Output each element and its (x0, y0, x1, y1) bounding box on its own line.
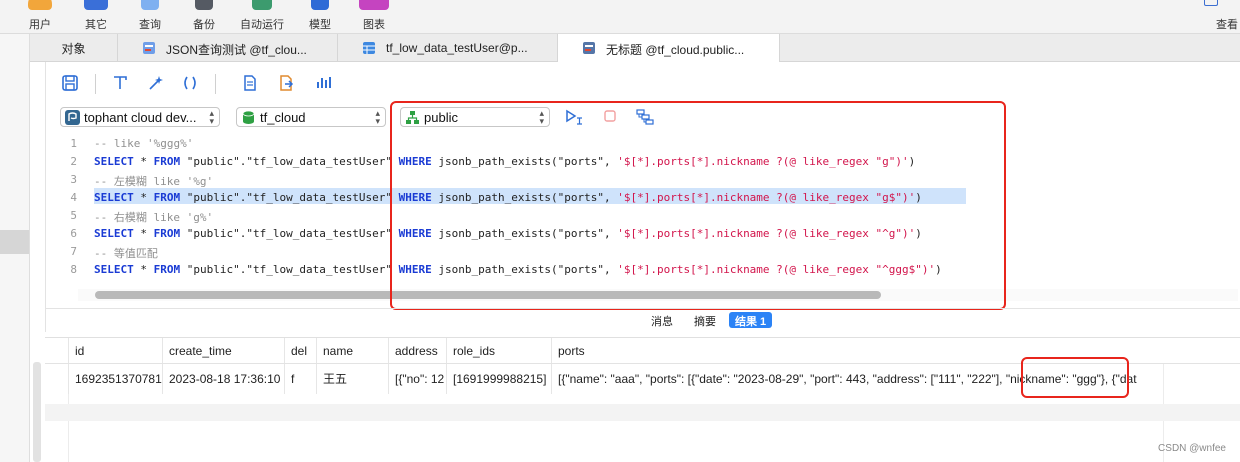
cell-create-time[interactable]: 2023-08-18 17:36:10 (162, 364, 284, 394)
grid-row-selector[interactable] (33, 362, 41, 462)
toolbar-divider (215, 74, 216, 94)
automation-icon (252, 0, 272, 10)
line-number: 6 (70, 227, 77, 240)
line-number: 1 (70, 137, 77, 150)
navigation-selected-item[interactable] (0, 230, 29, 254)
toolbar-divider (95, 74, 96, 94)
line-number: 5 (70, 209, 77, 222)
cell-role-ids[interactable]: [1691999988215] (446, 364, 551, 394)
result-tab-bar: 消息 摘要 结果 1 (45, 308, 1240, 330)
connection-select[interactable]: tophant cloud dev... ▴ ▾ (60, 107, 220, 127)
query-icon (143, 42, 155, 54)
column-header-role-ids[interactable]: role_ids (446, 338, 551, 363)
toolbar-query-button[interactable]: 查询 (132, 0, 168, 34)
save-icon[interactable] (61, 74, 79, 92)
user-icon (28, 0, 52, 10)
line-number: 3 (70, 173, 77, 186)
tab-result-1[interactable]: 结果 1 (729, 312, 773, 328)
format-icon[interactable] (111, 74, 129, 92)
annotation-highlight-box (1021, 357, 1129, 398)
empty-row (45, 404, 1240, 421)
editor-tab-bar: 对象 JSON查询测试 @tf_clou... tf_low_data_test… (30, 34, 1240, 63)
sql-comment-line: -- like '%ggg%' (94, 137, 194, 150)
navigation-pane-edge (0, 34, 30, 462)
tab-objects[interactable]: 对象 (30, 34, 118, 62)
sql-comment-line: -- 右模糊 like 'g%' (94, 211, 214, 224)
result-grid: id create_time del name address role_ids… (45, 337, 1240, 462)
beautify-wand-icon[interactable] (147, 74, 165, 92)
line-number: 7 (70, 245, 77, 258)
toolbar-model-button[interactable]: 模型 (302, 0, 338, 34)
toolbar-automation-button[interactable]: 自动运行 (236, 0, 288, 34)
select-caret-icon: ▴ ▾ (375, 108, 380, 126)
cell-del[interactable]: f (284, 364, 316, 394)
cell-address[interactable]: [{"no": 12 (388, 364, 446, 394)
backup-icon (195, 0, 213, 10)
table-icon (363, 42, 375, 54)
line-number: 8 (70, 263, 77, 276)
code-snippet-icon[interactable] (181, 74, 199, 92)
sql-comment-line: -- 左模糊 like '%g' (94, 175, 214, 188)
column-header-del[interactable]: del (284, 338, 316, 363)
view-icon (1204, 0, 1218, 6)
query-icon (141, 0, 159, 10)
toolbar-view-button[interactable]: 查看 (1200, 0, 1240, 34)
tab-summary[interactable]: 摘要 (688, 312, 722, 328)
text-document-icon[interactable] (241, 74, 259, 92)
cell-name[interactable]: 王五 (316, 364, 388, 394)
column-header-name[interactable]: name (316, 338, 388, 363)
sql-comment-line: -- 等值匹配 (94, 247, 158, 260)
model-icon (311, 0, 329, 10)
main-toolbar: 用户 其它 查询 备份 自动运行 模型 图表 查看 (0, 0, 1240, 34)
column-header-id[interactable]: id (68, 338, 162, 363)
explain-chart-icon[interactable] (315, 74, 333, 92)
line-number: 2 (70, 155, 77, 168)
cell-id[interactable]: 1692351370781 (68, 364, 162, 394)
column-header-create-time[interactable]: create_time (162, 338, 284, 363)
database-select[interactable]: tf_cloud ▴ ▾ (236, 107, 386, 127)
export-document-icon[interactable] (277, 74, 295, 92)
tab-untitled-query[interactable]: 无标题 @tf_cloud.public... (558, 34, 780, 63)
line-number: 4 (70, 191, 77, 204)
watermark: CSDN @wnfee (1158, 443, 1226, 454)
chart-icon (359, 0, 389, 10)
toolbar-user-button[interactable]: 用户 (22, 0, 58, 34)
database-icon (242, 110, 255, 124)
editor-toolbar (45, 70, 445, 98)
postgresql-icon (65, 110, 80, 125)
tab-table-testuser[interactable]: tf_low_data_testUser@p... (338, 34, 558, 62)
toolbar-chart-button[interactable]: 图表 (356, 0, 392, 34)
tab-messages[interactable]: 消息 (645, 312, 679, 328)
toolbar-other-button[interactable]: 其它 (78, 0, 114, 34)
other-icon (84, 0, 108, 10)
select-caret-icon: ▴ ▾ (209, 108, 214, 126)
annotation-highlight-box (390, 101, 1006, 310)
tab-json-query[interactable]: JSON查询测试 @tf_clou... (118, 34, 338, 62)
toolbar-backup-button[interactable]: 备份 (186, 0, 222, 34)
query-icon (583, 42, 595, 54)
column-header-address[interactable]: address (388, 338, 446, 363)
